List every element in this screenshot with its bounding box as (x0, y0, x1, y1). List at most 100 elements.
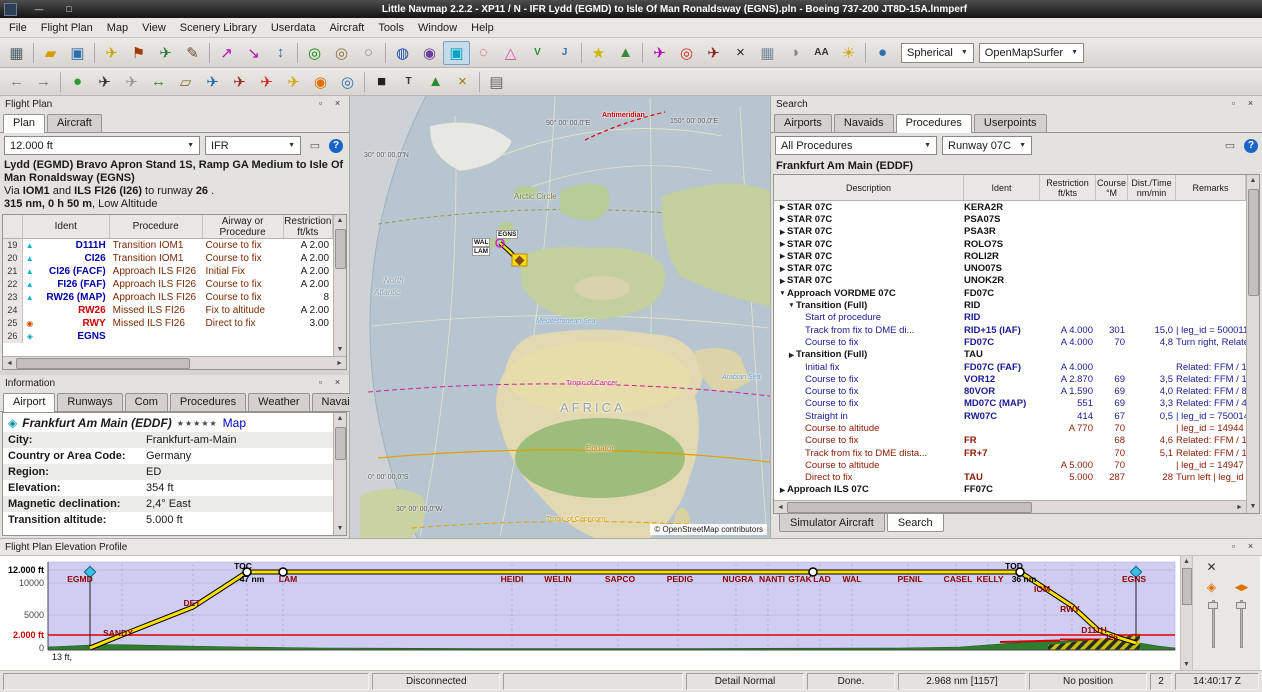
save-flight-plan-icon[interactable]: ▣ (64, 41, 91, 65)
float-dock-icon[interactable]: ▫ (1227, 541, 1240, 553)
center-aircraft-icon[interactable]: ◎ (673, 41, 700, 65)
column-header-airway-or[interactable]: Airway or Procedure (203, 215, 284, 238)
close-dock-icon[interactable]: × (1244, 98, 1257, 110)
map-link[interactable]: Map (223, 416, 246, 430)
profile-expand-icon[interactable]: ✕ (1201, 558, 1223, 576)
overflow-menu-icon[interactable]: ▤ (483, 70, 510, 94)
show-waypoints-icon[interactable]: ▣ (443, 41, 470, 65)
map-font-icon[interactable]: AA (808, 41, 835, 65)
show-jet-airways-icon[interactable]: J (551, 41, 578, 65)
column-header-restriction[interactable]: Restrictionft/kts (1040, 175, 1096, 200)
help-icon[interactable]: ? (1244, 139, 1258, 153)
procedure-tree-row[interactable]: Course to fixFD07CA 4.000704,8Turn right… (774, 336, 1246, 348)
collapsed-arrow-icon[interactable]: ▶ (778, 215, 787, 223)
collapsed-arrow-icon[interactable]: ▶ (778, 252, 787, 260)
map-home-icon[interactable]: ● (64, 70, 91, 94)
profile-follow-icon[interactable]: ◈ (1201, 578, 1223, 596)
procedure-tree-row[interactable]: Straight inRW07C414670,5| leg_id = 75001… (774, 410, 1246, 422)
procedure-filter-combo[interactable]: All Procedures ▼ (775, 136, 937, 155)
multiplayer-aircraft-icon[interactable]: ✈ (280, 70, 307, 94)
elevation-profile-icon[interactable]: ▲ (422, 70, 449, 94)
elevation-profile-chart[interactable]: 12.000 ft1000050002.000 ft0EGMDSANDYDETT… (0, 556, 1180, 668)
expanded-arrow-icon[interactable]: ▼ (778, 290, 787, 297)
takeoff-runway-icon[interactable]: ✈ (199, 70, 226, 94)
menu-map[interactable]: Map (100, 20, 135, 36)
menu-flight-plan[interactable]: Flight Plan (34, 20, 100, 36)
show-cities-icon[interactable]: ★ (585, 41, 612, 65)
bottom-tab-search[interactable]: Search (887, 514, 944, 532)
flight-plan-row[interactable]: 24RW26Missed ILS FI26Fix to altitudeA 2.… (3, 304, 333, 317)
center-flight-plan-icon[interactable]: ◎ (334, 70, 361, 94)
ai-traffic-icon[interactable]: ✈ (253, 70, 280, 94)
profile-zoom-slider-vertical[interactable] (1208, 600, 1218, 648)
procedure-tree-row[interactable]: ▶STAR 07CPSA3R (774, 226, 1246, 238)
collapsed-arrow-icon[interactable]: ▶ (778, 265, 787, 273)
procedure-tree-row[interactable]: ▶STAR 07CUNO07S (774, 262, 1246, 274)
profile-pan-icon[interactable]: ◀▶ (1231, 578, 1253, 596)
tab-plan[interactable]: Plan (3, 114, 45, 133)
mark-position-icon[interactable]: ■ (368, 70, 395, 94)
procedure-tree-row[interactable]: Start of procedureRID (774, 312, 1246, 324)
show-empty-airports-icon[interactable]: ○ (355, 41, 382, 65)
fit-flight-plan-icon[interactable]: ↔ (145, 70, 172, 94)
map-labels-icon[interactable]: T (395, 70, 422, 94)
flight-plan-row[interactable]: 26◈EGNS (3, 330, 333, 343)
tab-userpoints[interactable]: Userpoints (974, 114, 1047, 132)
column-header-ident[interactable]: Ident (964, 175, 1040, 200)
map-back-icon[interactable]: ← (3, 70, 30, 94)
window-layout-icon[interactable]: ▦ (3, 41, 30, 65)
procedure-tree-row[interactable]: Direct to fixTAU5.00028728Turn left | le… (774, 472, 1246, 484)
flight-plan-row[interactable]: 23▲RW26 (MAP)Approach ILS FI26Course to … (3, 291, 333, 304)
procedure-tree-row[interactable]: ▶STAR 07CUNOK2R (774, 275, 1246, 287)
show-sun-shading-icon[interactable]: ◑ (781, 41, 808, 65)
menu-help[interactable]: Help (464, 20, 501, 36)
procedure-tree-row[interactable]: Course to altitudeA 77070| leg_id = 1494… (774, 422, 1246, 434)
show-grid-icon[interactable]: ▦ (754, 41, 781, 65)
tab-airports[interactable]: Airports (774, 114, 832, 132)
column-header-remarks[interactable]: Remarks (1176, 175, 1246, 200)
collapsed-arrow-icon[interactable]: ▶ (778, 486, 787, 494)
procedure-tree-row[interactable]: Track from fix to DME dista...FR+7705,1R… (774, 447, 1246, 459)
runway-filter-combo[interactable]: Runway 07C ▼ (942, 136, 1032, 155)
tab-procedures[interactable]: Procedures (170, 393, 246, 411)
collapsed-arrow-icon[interactable]: ▶ (778, 228, 787, 236)
collapsed-arrow-icon[interactable]: ▶ (787, 351, 796, 359)
show-vor-icon[interactable]: ◍ (389, 41, 416, 65)
column-header-course[interactable]: Course°M (1096, 175, 1128, 200)
flight-plan-row[interactable]: 19▲D111HTransition IOM1Course to fixA 2.… (3, 239, 333, 252)
tab-procedures[interactable]: Procedures (896, 114, 972, 133)
projection-globe-icon[interactable]: ● (869, 41, 896, 65)
procedure-tree-row[interactable]: Course to altitudeA 5.00070| leg_id = 14… (774, 459, 1246, 471)
expanded-arrow-icon[interactable]: ▼ (787, 302, 796, 309)
flight-plan-row[interactable]: 20▲CI26Transition IOM1Course to fixA 2.0… (3, 252, 333, 265)
menu-aircraft[interactable]: Aircraft (322, 20, 371, 36)
delete-aircraft-trail-icon[interactable]: × (727, 41, 754, 65)
procedure-window-button[interactable]: ▭ (1221, 137, 1239, 154)
profile-zoom-slider-horizontal[interactable] (1236, 600, 1246, 648)
adjust-altitude-icon[interactable]: ↕ (267, 41, 294, 65)
show-soft-airports-icon[interactable]: ◎ (328, 41, 355, 65)
destination-airport-icon[interactable]: ✈ (152, 41, 179, 65)
minimize-icon[interactable]: — (31, 3, 47, 16)
close-dock-icon[interactable]: × (331, 377, 344, 389)
flight-plan-row[interactable]: 22▲FI26 (FAF)Approach ILS FI26Course to … (3, 278, 333, 291)
goto-mark-icon[interactable]: ◉ (307, 70, 334, 94)
float-dock-icon[interactable]: ▫ (314, 98, 327, 110)
show-hillshading-icon[interactable]: ▲ (612, 41, 639, 65)
procedure-tree-row[interactable]: Course to fixFR684,6Related: FFM / 1,9 r (774, 435, 1246, 447)
procedure-tree-row[interactable]: ▶STAR 07CROLO7S (774, 238, 1246, 250)
goto-aircraft-icon[interactable]: ✈ (91, 70, 118, 94)
bottom-tab-simulator-aircraft[interactable]: Simulator Aircraft (779, 514, 885, 532)
show-ils-icon[interactable]: △ (497, 41, 524, 65)
collapsed-arrow-icon[interactable]: ▶ (778, 240, 787, 248)
maximize-icon[interactable]: □ (61, 3, 77, 16)
procedure-tree-vscrollbar[interactable]: ▲▼ (1246, 175, 1259, 513)
tab-weather[interactable]: Weather (248, 393, 309, 411)
show-airspaces-icon[interactable]: ◌ (470, 41, 497, 65)
column-header-ident[interactable]: Ident (23, 215, 110, 238)
projection-select[interactable]: Spherical▼ (901, 43, 974, 63)
column-header-description[interactable]: Description (774, 175, 964, 200)
show-aircraft-icon[interactable]: ✈ (646, 41, 673, 65)
float-dock-icon[interactable]: ▫ (1227, 98, 1240, 110)
plan-edit-button[interactable]: ▭ (306, 137, 324, 154)
